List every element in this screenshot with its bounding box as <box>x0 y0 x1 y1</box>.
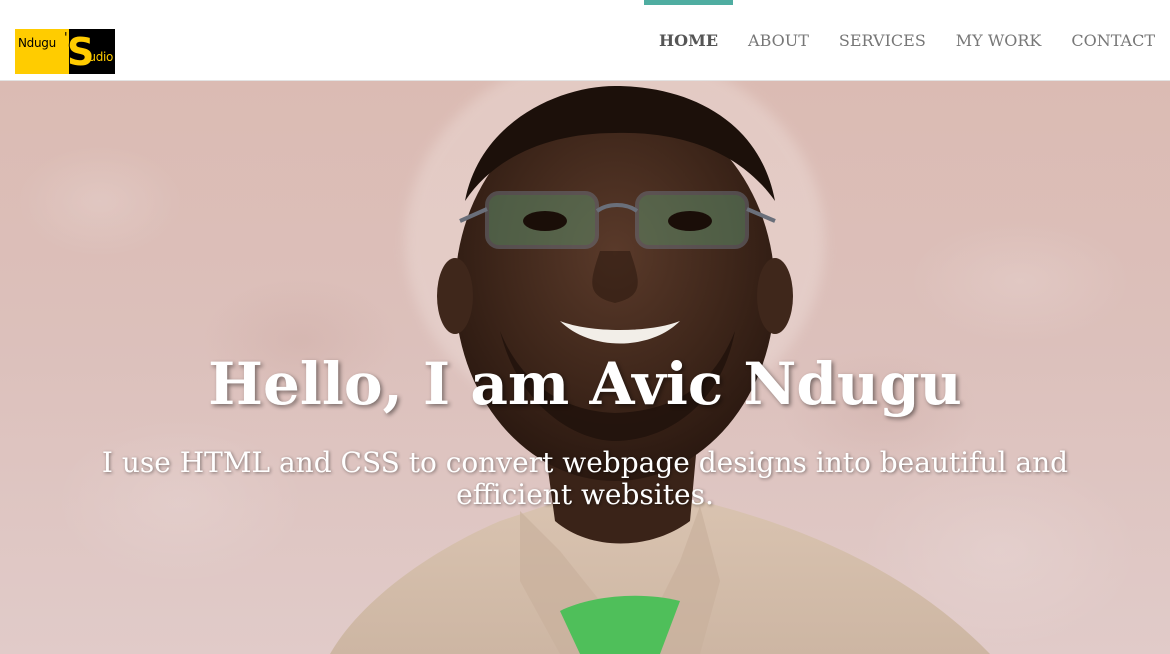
nav-item-my-work[interactable]: MY WORK <box>941 0 1057 80</box>
nav-item-contact[interactable]: CONTACT <box>1056 0 1170 80</box>
logo-text-second: tudio <box>84 50 114 64</box>
nav-item-label: MY WORK <box>955 30 1042 50</box>
nav-item-home[interactable]: HOME <box>644 0 734 80</box>
nav-active-indicator <box>644 0 734 5</box>
nav-item-label: ABOUT <box>748 30 809 50</box>
nav-item-label: SERVICES <box>838 30 926 50</box>
nav-item-about[interactable]: ABOUT <box>733 0 824 80</box>
main-nav: HOME ABOUT SERVICES MY WORK CONTACT <box>644 0 1170 80</box>
logo-text-first: Ndugu <box>18 36 56 50</box>
hero-subtitle: I use HTML and CSS to convert webpage de… <box>101 446 1069 511</box>
hero-title: Hello, I am Avic Ndugu <box>208 349 962 418</box>
nav-item-label: HOME <box>659 30 719 50</box>
hero-section: Hello, I am Avic Ndugu I use HTML and CS… <box>0 81 1170 654</box>
site-logo[interactable]: Ndugu ' S tudio <box>15 29 115 74</box>
site-header: Ndugu ' S tudio HOME ABOUT SERVICES MY W… <box>0 0 1170 81</box>
nav-item-services[interactable]: SERVICES <box>824 0 941 80</box>
nav-item-label: CONTACT <box>1071 30 1155 50</box>
